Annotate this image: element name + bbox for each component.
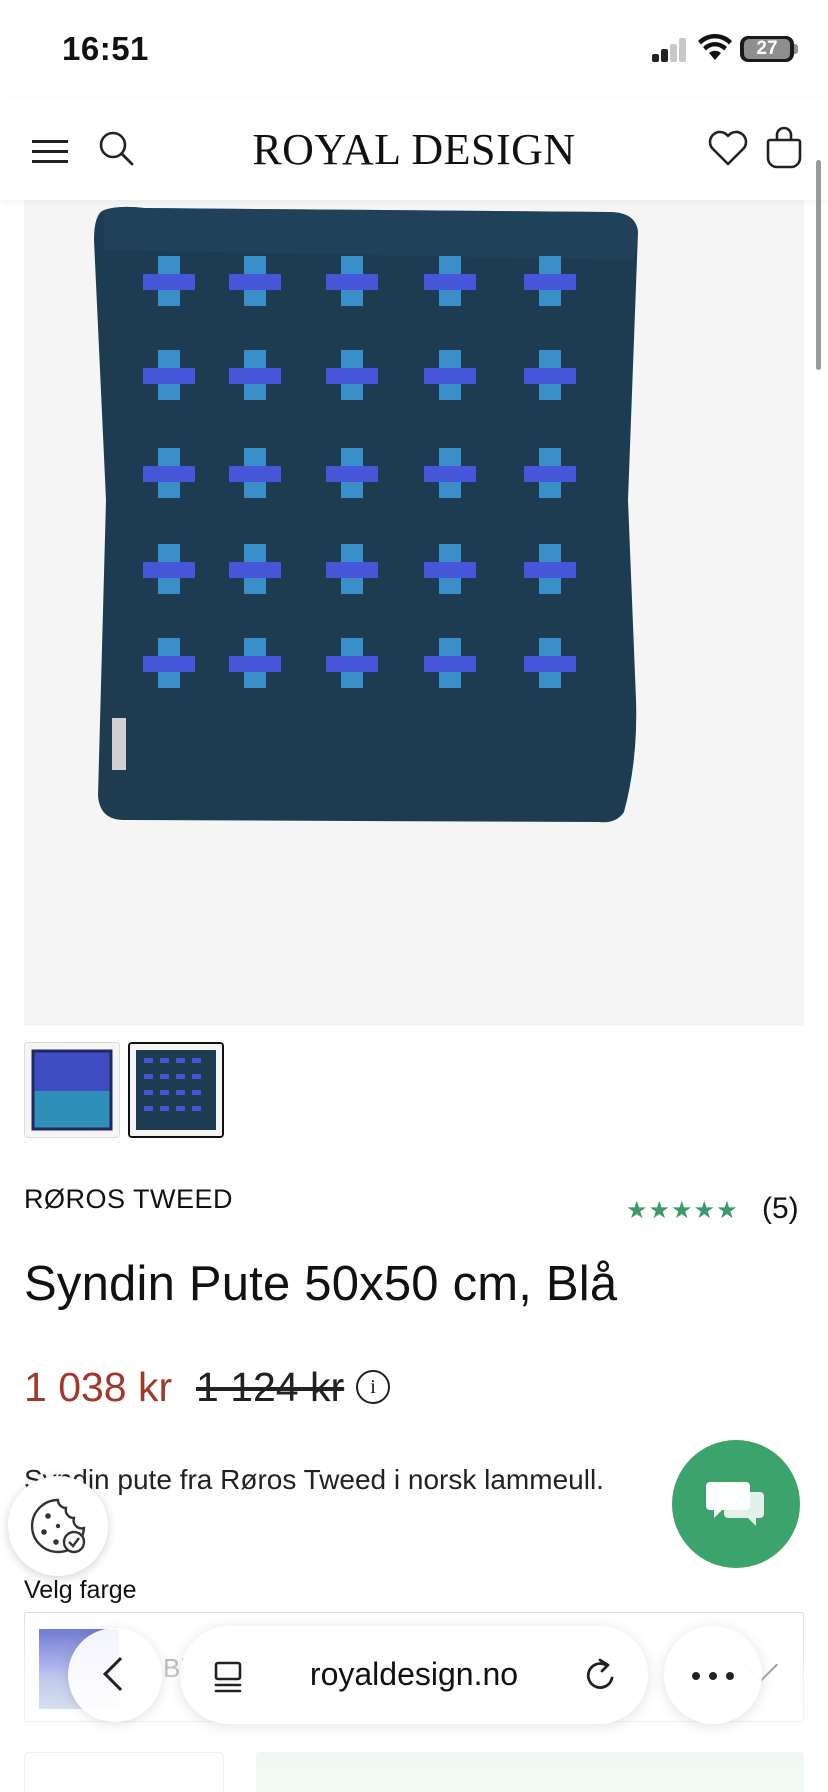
thumbnail-cross-motif — [176, 1058, 185, 1063]
wifi-icon — [698, 34, 732, 60]
status-time: 16:51 — [62, 30, 149, 67]
review-count[interactable]: (5) — [762, 1192, 799, 1226]
more-dot — [726, 1672, 734, 1680]
add-to-cart-button[interactable] — [256, 1752, 804, 1792]
thumbnail-1[interactable] — [24, 1042, 120, 1138]
chat-button[interactable] — [672, 1440, 800, 1568]
pillow-illustration — [94, 206, 638, 823]
color-select-label: Velg farge — [24, 1576, 137, 1604]
thumbnail-cross-motif — [144, 1106, 153, 1111]
thumbnail-cross-motif — [160, 1074, 169, 1079]
chat-icon — [706, 1482, 764, 1526]
browser-address-bar[interactable]: royaldesign.no — [180, 1626, 648, 1724]
thumbnail-cross-motif — [144, 1074, 153, 1079]
thumbnail-2-image — [130, 1044, 222, 1136]
thumbnail-cross-motif — [176, 1106, 185, 1111]
site-header: ROYAL DESIGN — [0, 100, 828, 200]
price-current: 1 038 kr — [24, 1364, 173, 1410]
site-logo[interactable]: ROYAL DESIGN — [0, 124, 828, 175]
status-bar: 16:51 27 — [0, 0, 828, 100]
product-image[interactable] — [24, 200, 804, 1026]
thumbnail-cross-motif — [144, 1058, 153, 1063]
page-scrollbar[interactable] — [816, 160, 821, 370]
thumbnail-cross-motif — [176, 1074, 185, 1079]
thumbnail-cross-motif — [144, 1090, 153, 1095]
thumbnail-cross-motif — [192, 1106, 201, 1111]
browser-url[interactable]: royaldesign.no — [180, 1656, 648, 1693]
shopping-bag-icon[interactable] — [764, 124, 804, 170]
heart-icon[interactable] — [706, 126, 750, 170]
battery-level: 27 — [744, 39, 790, 59]
price-original: 1 124 kr — [196, 1364, 345, 1410]
thumbnail-2[interactable] — [128, 1042, 224, 1138]
thumbnail-cross-motif — [192, 1058, 201, 1063]
thumbnail-cross-motif — [160, 1106, 169, 1111]
thumbnail-cross-motif — [176, 1090, 185, 1095]
cookie-icon — [30, 1498, 86, 1554]
quantity-stepper[interactable] — [24, 1752, 224, 1792]
reload-icon[interactable] — [582, 1656, 618, 1694]
more-dot — [692, 1672, 700, 1680]
browser-back-button[interactable] — [68, 1628, 162, 1722]
thumbnail-cross-motif — [192, 1074, 201, 1079]
browser-more-button[interactable] — [664, 1626, 762, 1724]
thumbnail-cross-motif — [160, 1090, 169, 1095]
thumbnail-cross-motif — [160, 1058, 169, 1063]
thumbnail-cross-motif — [192, 1090, 201, 1095]
product-title: Syndin Pute 50x50 cm, Blå — [24, 1257, 618, 1311]
price-info-icon[interactable]: i — [356, 1370, 390, 1404]
battery-tip — [794, 44, 798, 54]
cellular-signal-icon — [652, 38, 688, 62]
more-dot — [709, 1672, 717, 1680]
rating-stars[interactable]: ★★★★★ — [626, 1196, 739, 1225]
product-brand[interactable]: RØROS TWEED — [24, 1184, 233, 1215]
product-description: Syndin pute fra Røros Tweed i norsk lamm… — [24, 1464, 604, 1495]
cookie-settings-button[interactable] — [8, 1476, 108, 1576]
battery-icon: 27 — [740, 36, 794, 62]
thumbnail-1-image — [25, 1043, 119, 1137]
chevron-left-icon — [103, 1657, 137, 1691]
